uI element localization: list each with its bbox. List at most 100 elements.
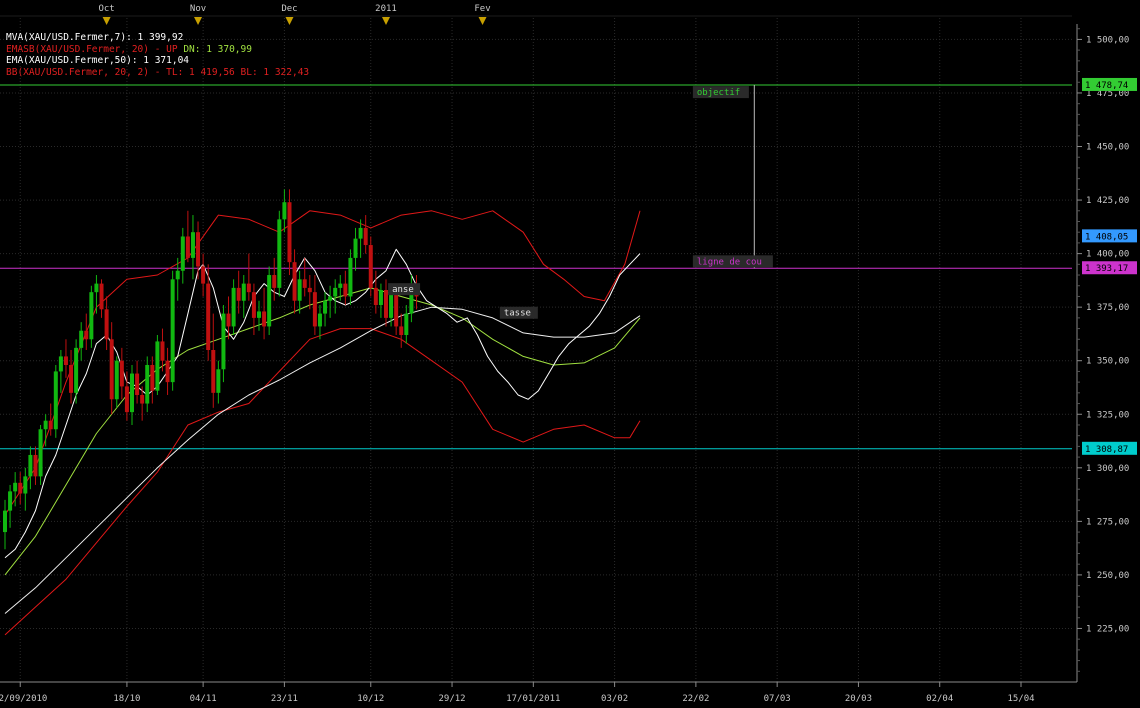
price-label: 1 478,74 (1082, 77, 1137, 91)
candle-body (297, 279, 302, 301)
candle-body (135, 373, 140, 395)
candle-body (358, 227, 363, 239)
month-label: Nov (190, 4, 206, 14)
candle-body (338, 283, 343, 288)
price-tick-label: 1 450,00 (1086, 143, 1129, 153)
price-tick-label: 1 375,00 (1086, 303, 1129, 313)
candle-body (394, 294, 399, 327)
price-label: 1 308,87 (1082, 441, 1137, 455)
candle-body (201, 266, 206, 284)
price-tick-label: 1 425,00 (1086, 196, 1129, 206)
date-tick-label: 20/03 (845, 694, 872, 704)
legend-bb: BB(XAU/USD.Fermer, 20, 2) - TL: 1 419,56… (6, 67, 309, 79)
candle-body (323, 300, 328, 314)
candle-body (190, 232, 195, 258)
annotation: tasse (499, 306, 538, 319)
indicator-legend: MVA(XAU/USD.Fermer,7): 1 399,92 EMASB(XA… (6, 32, 309, 78)
candle-body (84, 330, 89, 340)
candle-body (353, 238, 358, 258)
candle-body (302, 279, 307, 288)
candle (155, 335, 160, 395)
legend-ema50-text: EMA(XAU/USD.Fermer,50): 1 371,04 (6, 55, 190, 66)
candle-body (130, 373, 134, 413)
legend-sma7: MVA(XAU/USD.Fermer,7): 1 399,92 (6, 32, 309, 44)
candle (38, 424, 43, 485)
annotation-label: objectif (697, 88, 740, 98)
candle-body (74, 347, 79, 393)
candle-body (145, 364, 150, 404)
price-tick-label: 1 325,00 (1086, 410, 1129, 420)
legend-ema50: EMA(XAU/USD.Fermer,50): 1 371,04 (6, 55, 309, 67)
candle (170, 270, 175, 391)
price-tick-label: 1 275,00 (1086, 517, 1129, 527)
candle-body (79, 330, 84, 348)
candle-body (363, 227, 368, 246)
month-label: Dec (281, 4, 297, 14)
price-label-text: 1 478,74 (1085, 81, 1128, 91)
candle-body (155, 341, 160, 391)
candle-body (246, 283, 251, 293)
candle-body (196, 232, 201, 267)
date-tick-label: 17/01/2011 (506, 694, 560, 704)
candle-body (221, 313, 226, 370)
annotation-label: tasse (504, 309, 531, 319)
date-tick-label: 23/11 (271, 694, 298, 704)
price-label: 1 408,05 (1082, 229, 1137, 243)
candle-body (312, 292, 317, 327)
price-tick-label: 1 400,00 (1086, 250, 1129, 260)
price-tick-label: 1 350,00 (1086, 357, 1129, 367)
date-tick-label: 18/10 (113, 694, 140, 704)
date-tick-label: 07/03 (764, 694, 791, 704)
annotation-label: ligne de cou (697, 257, 762, 267)
candle-body (257, 311, 261, 318)
candle-body (170, 279, 175, 383)
candle-body (69, 364, 74, 393)
candle-body (384, 290, 388, 318)
candle-body (89, 292, 94, 340)
date-tick-label: 15/04 (1007, 694, 1034, 704)
candle-body (211, 350, 216, 393)
candle-body (99, 283, 104, 310)
candle-body (58, 356, 63, 372)
price-label-text: 1 393,17 (1085, 264, 1128, 274)
candle-body (28, 454, 33, 477)
candle-body (109, 339, 114, 400)
candle-body (114, 360, 119, 400)
candle-body (328, 296, 333, 301)
gold-price-chart: Oct Nov Dec 2011 Fev objectif ligne de cou ans… (0, 0, 1140, 708)
candle-body (124, 386, 129, 413)
candle-body (180, 236, 185, 271)
legend-emasb-text: EMASB(XAU/USD.Fermer, 20) - UP (6, 43, 178, 55)
date-tick-label: 22/02 (682, 694, 709, 704)
candle-body (262, 311, 267, 327)
candle-body (272, 275, 277, 288)
candle-body (216, 369, 221, 393)
candle-body (317, 313, 322, 327)
date-tick-label: 03/02 (601, 694, 628, 704)
candle-body (53, 371, 58, 430)
candle (368, 236, 373, 297)
candle-body (104, 309, 109, 340)
candle (53, 364, 58, 438)
candle-body (63, 356, 68, 365)
candle-body (333, 287, 338, 297)
candle-body (165, 360, 170, 383)
candle-body (277, 219, 282, 288)
candle-body (8, 491, 13, 511)
candle-body (404, 313, 409, 336)
candle-body (185, 236, 190, 258)
price-label-text: 1 408,05 (1085, 232, 1128, 242)
candle-body (251, 292, 256, 318)
legend-emasb-dn: DN: 1 370,99 (183, 43, 252, 55)
month-label: Fev (474, 4, 490, 14)
candle-body (206, 283, 211, 350)
candle-body (378, 290, 383, 306)
candle-body (150, 364, 155, 391)
candle-body (343, 283, 348, 297)
month-label: 2011 (375, 4, 397, 14)
candle-body (292, 262, 297, 301)
candle-body (48, 420, 53, 430)
annotation-label: anse (392, 285, 414, 295)
price-label-text: 1 308,87 (1085, 445, 1128, 455)
annotation: ligne de cou (692, 255, 773, 268)
